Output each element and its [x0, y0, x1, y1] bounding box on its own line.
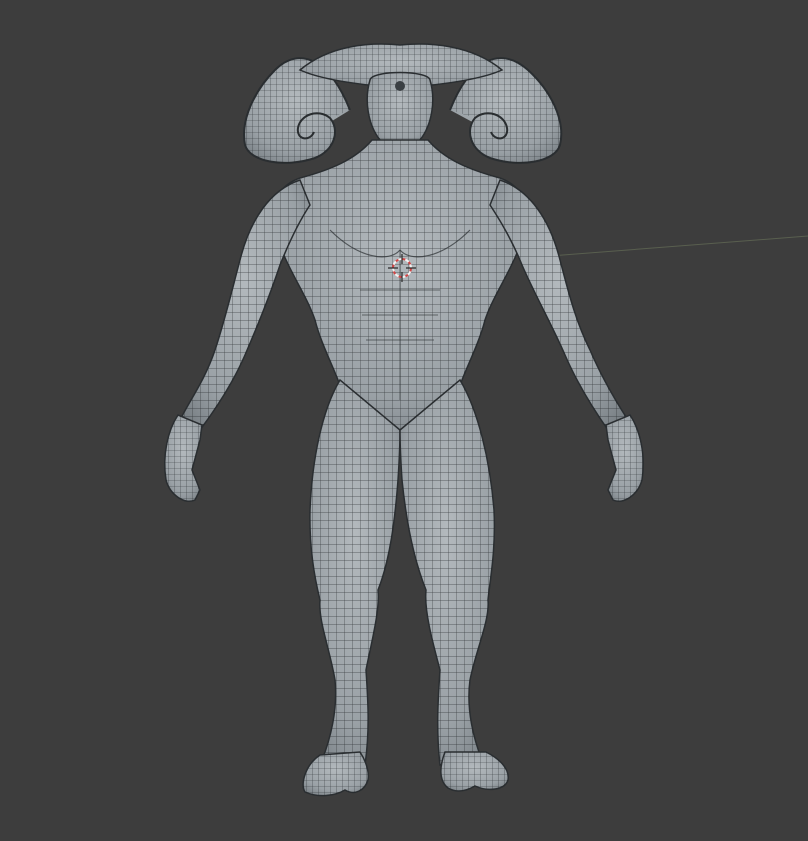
viewport-canvas[interactable]: [0, 0, 808, 841]
mesh-model[interactable]: [163, 43, 645, 797]
legs[interactable]: [309, 378, 496, 766]
hooves[interactable]: [302, 751, 509, 797]
3d-viewport[interactable]: [0, 0, 808, 841]
torso[interactable]: [273, 139, 527, 431]
forehead-eye: [395, 81, 405, 91]
horizon-line: [549, 235, 808, 257]
